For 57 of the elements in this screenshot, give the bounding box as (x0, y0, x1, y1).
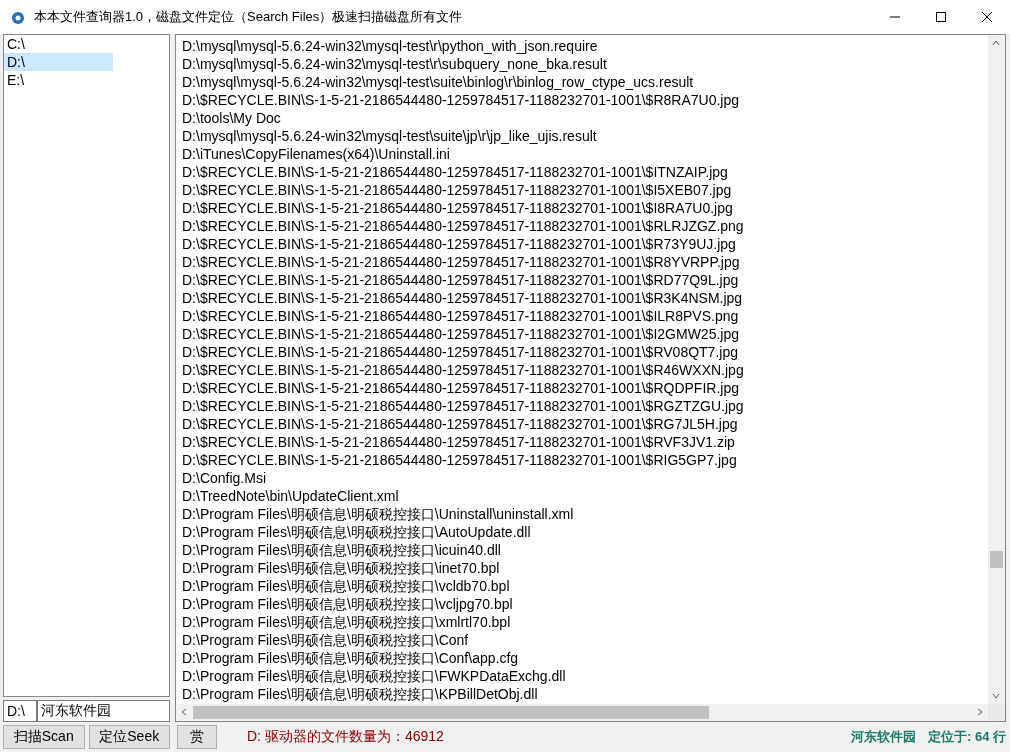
file-path[interactable]: D:\Program Files\明硕信息\明硕税控接口\icuin40.dll (182, 541, 988, 559)
file-path[interactable]: D:\Program Files\明硕信息\明硕税控接口\Uninstall\uninstall.xml (182, 505, 988, 523)
file-path[interactable]: D:\Program Files\明硕信息\明硕税控接口\FWKPDataExchg.dll (182, 667, 988, 685)
file-path[interactable]: D:\$RECYCLE.BIN\S-1-5-21-2186544480-1259784517-1188232701-1001\$RGZTZGU.jpg (182, 397, 988, 415)
file-path[interactable]: D:\Program Files\明硕信息\明硕税控接口\AutoUpdate.dll (182, 523, 988, 541)
position-text: 定位于: 64 行 (928, 728, 1006, 746)
file-path[interactable]: D:\iTunes\CopyFilenames(x64)\Uninstall.ini (182, 145, 988, 163)
drive-item[interactable]: D:\ (4, 53, 113, 71)
file-path[interactable]: D:\$RECYCLE.BIN\S-1-5-21-2186544480-1259784517-1188232701-1001\$R3K4NSM.jpg (182, 289, 988, 307)
drive-field[interactable]: D:\ (3, 700, 37, 722)
horizontal-scrollbar[interactable] (176, 704, 988, 721)
file-path[interactable]: D:\$RECYCLE.BIN\S-1-5-21-2186544480-1259784517-1188232701-1001\$RG7JL5H.jpg (182, 415, 988, 433)
action-button[interactable]: 定位Seek (88, 725, 170, 749)
drive-item[interactable]: C:\ (4, 35, 169, 53)
file-path[interactable]: D:\$RECYCLE.BIN\S-1-5-21-2186544480-1259784517-1188232701-1001\$RVF3JV1.zip (182, 433, 988, 451)
file-path[interactable]: D:\TreedNote\bin\UpdateClient.xml (182, 487, 988, 505)
file-path[interactable]: D:\Program Files\明硕信息\明硕税控接口\inet70.bpl (182, 559, 988, 577)
file-path[interactable]: D:\Program Files\明硕信息\明硕税控接口\vcljpg70.bpl (182, 595, 988, 613)
brand-text: 河东软件园 (851, 728, 916, 746)
maximize-icon (935, 11, 947, 23)
file-path[interactable]: D:\$RECYCLE.BIN\S-1-5-21-2186544480-1259784517-1188232701-1001\$R8YVRPP.jpg (182, 253, 988, 271)
window-title: 本本文件查询器1.0，磁盘文件定位（Search Files）极速扫描磁盘所有文件 (34, 8, 464, 26)
action-button[interactable]: 扫描Scan (3, 725, 85, 749)
file-path[interactable]: D:\$RECYCLE.BIN\S-1-5-21-2186544480-1259784517-1188232701-1001\$RQDPFIR.jpg (182, 379, 988, 397)
file-count-text: D: 驱动器的文件数量为：46912 (247, 728, 445, 746)
file-path[interactable]: D:\$RECYCLE.BIN\S-1-5-21-2186544480-1259784517-1188232701-1001\$R8RA7U0.jpg (182, 91, 988, 109)
scroll-thumb[interactable] (193, 706, 709, 719)
file-path[interactable]: D:\$RECYCLE.BIN\S-1-5-21-2186544480-1259784517-1188232701-1001\$ITNZAIP.jpg (182, 163, 988, 181)
vertical-scrollbar[interactable] (988, 35, 1005, 704)
reward-button[interactable]: 赏 (177, 725, 217, 749)
file-path[interactable]: D:\$RECYCLE.BIN\S-1-5-21-2186544480-1259784517-1188232701-1001\$ILR8PVS.png (182, 307, 988, 325)
file-path[interactable]: D:\$RECYCLE.BIN\S-1-5-21-2186544480-1259784517-1188232701-1001\$RLRJZGZ.png (182, 217, 988, 235)
close-icon (981, 11, 993, 23)
file-path[interactable]: D:\mysql\mysql-5.6.24-win32\mysql-test\suite\jp\r\jp_like_ujis.result (182, 127, 988, 145)
file-path[interactable]: D:\Program Files\明硕信息\明硕税控接口\KPBillDetObj.dll (182, 685, 988, 703)
app-icon (10, 9, 26, 25)
file-path[interactable]: D:\Program Files\明硕信息\明硕税控接口\vcldb70.bpl (182, 577, 988, 595)
file-path[interactable]: D:\$RECYCLE.BIN\S-1-5-21-2186544480-1259784517-1188232701-1001\$RD77Q9L.jpg (182, 271, 988, 289)
file-path[interactable]: D:\$RECYCLE.BIN\S-1-5-21-2186544480-1259784517-1188232701-1001\$I2GMW25.jpg (182, 325, 988, 343)
file-path[interactable]: D:\mysql\mysql-5.6.24-win32\mysql-test\suite\binlog\r\binlog_row_ctype_ucs.result (182, 73, 988, 91)
scrollbar-corner (988, 704, 1005, 721)
file-path[interactable]: D:\$RECYCLE.BIN\S-1-5-21-2186544480-1259784517-1188232701-1001\$I5XEB07.jpg (182, 181, 988, 199)
keyword-field[interactable]: 河东软件园 (37, 700, 170, 722)
file-path[interactable]: D:\$RECYCLE.BIN\S-1-5-21-2186544480-1259784517-1188232701-1001\$RIG5GP7.jpg (182, 451, 988, 469)
file-path[interactable]: D:\$RECYCLE.BIN\S-1-5-21-2186544480-1259784517-1188232701-1001\$I8RA7U0.jpg (182, 199, 988, 217)
file-path[interactable]: D:\mysql\mysql-5.6.24-win32\mysql-test\r\subquery_none_bka.result (182, 55, 988, 73)
file-path[interactable]: D:\Program Files\明硕信息\明硕税控接口\Conf (182, 631, 988, 649)
scroll-thumb[interactable] (990, 551, 1003, 568)
file-path[interactable]: D:\Program Files\明硕信息\明硕税控接口\xmlrtl70.bpl (182, 613, 988, 631)
file-path[interactable]: D:\Program Files\明硕信息\明硕税控接口\Conf\app.cfg (182, 649, 988, 667)
file-path[interactable]: D:\$RECYCLE.BIN\S-1-5-21-2186544480-1259784517-1188232701-1001\$R73Y9UJ.jpg (182, 235, 988, 253)
file-path[interactable]: D:\Config.Msi (182, 469, 988, 487)
file-path[interactable]: D:\$RECYCLE.BIN\S-1-5-21-2186544480-1259784517-1188232701-1001\$R46WXXN.jpg (182, 361, 988, 379)
file-path[interactable]: D:\mysql\mysql-5.6.24-win32\mysql-test\r\python_with_json.require (182, 37, 988, 55)
drive-item[interactable]: E:\ (4, 71, 169, 89)
file-path[interactable]: D:\tools\My Doc (182, 109, 988, 127)
file-path[interactable]: D:\$RECYCLE.BIN\S-1-5-21-2186544480-1259784517-1188232701-1001\$RV08QT7.jpg (182, 343, 988, 361)
